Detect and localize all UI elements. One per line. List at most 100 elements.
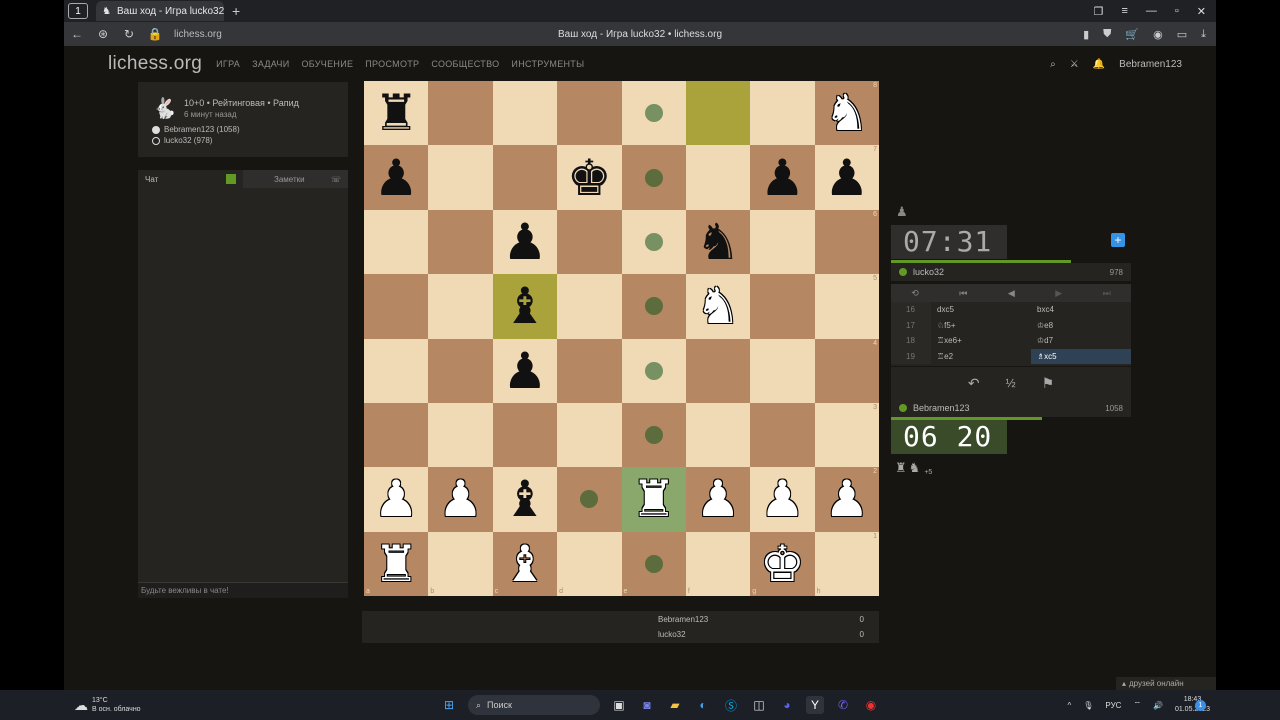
white-pawn-icon[interactable]: ♟	[374, 474, 419, 524]
square-f3[interactable]	[685, 402, 751, 468]
white-move[interactable]: ♘f5+	[931, 318, 1031, 334]
minimize-icon[interactable]: —	[1146, 5, 1157, 18]
nav-community[interactable]: СООБЩЕСТВО	[431, 59, 499, 69]
protect-icon[interactable]: ⊛	[90, 27, 116, 41]
opponent-bar[interactable]: lucko32 978	[891, 263, 1131, 281]
yandex-browser-icon[interactable]: Y	[806, 696, 824, 714]
square-h3[interactable]: 3	[814, 402, 879, 468]
notification-badge-icon[interactable]: 1	[1195, 699, 1206, 711]
wifi-icon[interactable]: ⌔	[1133, 700, 1141, 710]
move-destination-dot[interactable]	[644, 232, 663, 251]
black-move[interactable]: ♗xc5	[1031, 348, 1131, 364]
square-b1[interactable]: b	[428, 531, 493, 596]
white-pawn-icon[interactable]: ♟	[824, 474, 869, 524]
nav-tools[interactable]: ИНСТРУМЕНТЫ	[511, 59, 584, 69]
square-f7[interactable]	[685, 145, 751, 210]
square-h8[interactable]: ♞ 8	[814, 81, 879, 146]
black-move[interactable]: bxc4	[1031, 302, 1131, 318]
square-a3[interactable]	[364, 402, 429, 468]
nav-play[interactable]: ИГРА	[216, 59, 240, 69]
chat-toggle-icon[interactable]	[226, 174, 236, 184]
black-pawn-icon[interactable]: ♟	[824, 153, 869, 203]
user-menu[interactable]: Bebramen123	[1119, 59, 1182, 70]
site-logo[interactable]: lichess.org	[108, 53, 202, 75]
square-e1[interactable]: e	[621, 531, 686, 596]
square-h1[interactable]: 1h	[814, 531, 879, 596]
white-pawn-icon[interactable]: ♟	[760, 474, 805, 524]
square-g1[interactable]: ♚ g	[750, 531, 815, 596]
teams-chat-icon[interactable]: ◙	[638, 696, 656, 714]
flip-board-icon[interactable]: ⟲	[911, 288, 919, 299]
search-icon[interactable]: ⌕	[1050, 59, 1056, 70]
black-knight-icon[interactable]: ♞	[696, 217, 741, 267]
white-bishop-icon[interactable]: ♝	[503, 539, 548, 589]
square-d8[interactable]	[557, 81, 622, 146]
square-f6[interactable]: ♞	[685, 209, 751, 275]
square-a7[interactable]: ♟	[364, 145, 429, 210]
cart-icon[interactable]: 🛒	[1125, 28, 1139, 41]
square-e4[interactable]	[621, 338, 686, 403]
square-g4[interactable]	[750, 338, 815, 403]
square-d6[interactable]	[557, 209, 622, 275]
prev-move-icon[interactable]: ◀	[1008, 288, 1015, 299]
square-a8[interactable]: ♜	[364, 81, 429, 146]
move-destination-dot[interactable]	[644, 426, 663, 445]
black-pawn-icon[interactable]: ♟	[760, 153, 805, 203]
language-indicator[interactable]: РУС	[1105, 701, 1121, 710]
task-view-icon[interactable]: ▣	[610, 696, 628, 714]
black-rook-icon[interactable]: ♜	[374, 88, 419, 138]
maximize-icon[interactable]: ▫	[1175, 5, 1179, 18]
resign-flag-icon[interactable]: ⚑	[1042, 375, 1055, 392]
black-bishop-icon[interactable]: ♝	[503, 474, 548, 524]
black-move[interactable]: ♔e8	[1031, 318, 1131, 334]
new-tab-icon[interactable]: +	[232, 3, 240, 19]
phone-icon[interactable]: ☏	[331, 175, 341, 184]
nav-watch[interactable]: ПРОСМОТР	[365, 59, 419, 69]
square-f5[interactable]: ♞	[685, 274, 751, 339]
square-f1[interactable]: f	[685, 531, 751, 596]
white-player-row[interactable]: Bebramen123 (1058)	[152, 125, 240, 134]
move-destination-dot[interactable]	[644, 554, 663, 573]
square-a2[interactable]: ♟	[364, 467, 429, 532]
add-time-icon[interactable]: +	[1111, 233, 1125, 247]
tab-notes[interactable]: Заметки ☏	[243, 170, 348, 188]
shield-icon[interactable]: ⛊	[1103, 28, 1111, 41]
square-c7[interactable]	[492, 145, 558, 210]
square-c1[interactable]: ♝ c	[492, 531, 558, 596]
nav-puzzles[interactable]: ЗАДАЧИ	[252, 59, 289, 69]
tab-count-button[interactable]: 1	[68, 3, 88, 19]
white-knight-icon[interactable]: ♞	[824, 88, 869, 138]
square-d5[interactable]	[557, 274, 622, 339]
black-pawn-icon[interactable]: ♟	[503, 217, 548, 267]
white-rook-icon[interactable]: ♜	[374, 539, 419, 589]
white-move[interactable]: dxc5	[931, 302, 1031, 318]
square-h6[interactable]: 6	[814, 209, 879, 275]
square-d3[interactable]	[557, 402, 622, 468]
square-d2[interactable]	[557, 467, 622, 532]
square-a6[interactable]	[364, 209, 429, 275]
store-icon[interactable]: ◫	[750, 696, 768, 714]
square-c5[interactable]: ♝	[492, 274, 558, 339]
square-h2[interactable]: ♟ 2	[814, 467, 879, 532]
square-g7[interactable]: ♟	[750, 145, 815, 210]
chess-board[interactable]: ♜ ♞ 8 ♟ ♚ ♟ ♟ 7 ♟ ♞ 6 ♝ ♞ 5 ♟ 4 3 ♟ ♟ ♝ ♜ ♟ ♟ ♟ 2 ♜ a b ♝ c d e f ♚ g 1 h	[364, 81, 879, 596]
square-g5[interactable]	[750, 274, 815, 339]
download-icon[interactable]: ⤓	[1201, 28, 1206, 41]
collections-icon[interactable]: ▭	[1177, 28, 1187, 41]
microphone-icon[interactable]: 🎙	[1083, 701, 1093, 710]
square-h4[interactable]: 4	[814, 338, 879, 403]
weather-widget[interactable]: ☁ 13°C В осн. облачно	[74, 696, 141, 714]
square-b5[interactable]	[428, 274, 493, 339]
last-move-icon[interactable]: ⏭	[1103, 288, 1111, 299]
windows-start-icon[interactable]: ⊞	[440, 696, 458, 714]
black-bishop-icon[interactable]: ♝	[503, 281, 548, 331]
square-e6[interactable]	[621, 209, 686, 275]
square-a4[interactable]	[364, 338, 429, 403]
next-move-icon[interactable]: ▶	[1055, 288, 1062, 299]
square-c3[interactable]	[492, 402, 558, 468]
viber-icon[interactable]: ✆	[834, 696, 852, 714]
reload-icon[interactable]: ↻	[116, 27, 142, 41]
square-f8[interactable]	[685, 81, 751, 146]
player-bar[interactable]: Bebramen123 1058	[891, 399, 1131, 417]
browser-tab[interactable]: ♞ Ваш ход - Игра lucko32 ✕	[96, 1, 224, 21]
